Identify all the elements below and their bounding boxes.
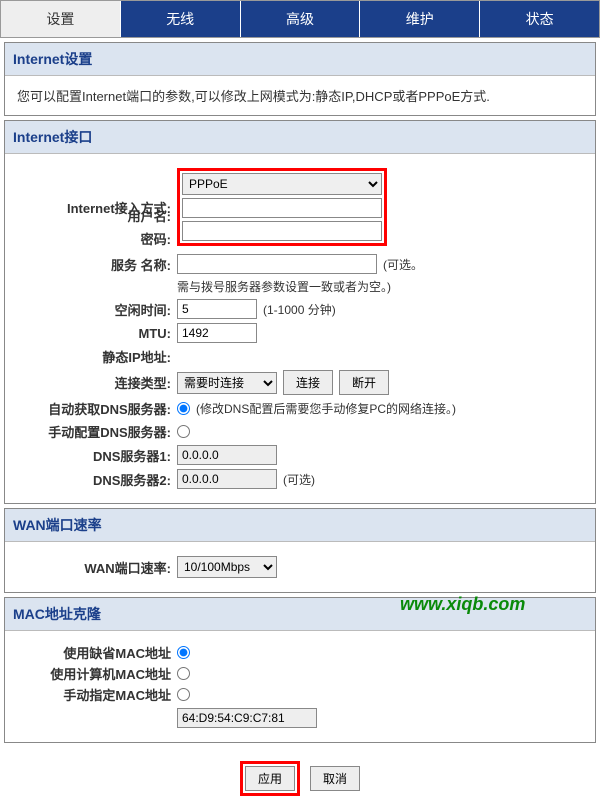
section-wan-speed: WAN端口速率 WAN端口速率: 10/100Mbps <box>4 508 596 593</box>
mac-address-input[interactable] <box>177 708 317 728</box>
label-service-name: 服务 名称: <box>17 255 177 274</box>
tab-wireless[interactable]: 无线 <box>121 1 241 37</box>
note-dns-hint: (修改DNS配置后需要您手动修复PC的网络连接。) <box>196 400 456 417</box>
section-internet-interface: Internet接口 Internet接入方式: PPPoE 用户名: 密码: … <box>4 120 596 504</box>
note-idle-hint: (1-1000 分钟) <box>263 301 336 318</box>
section-internet-settings: Internet设置 您可以配置Internet端口的参数,可以修改上网模式为:… <box>4 42 596 116</box>
auto-dns-radio[interactable] <box>177 402 190 415</box>
manual-dns-radio[interactable] <box>177 425 190 438</box>
watermark: www.xiqb.com <box>400 594 525 615</box>
conn-type-select[interactable]: 需要时连接 <box>177 372 277 394</box>
section-mac-clone: MAC地址克隆 使用缺省MAC地址 使用计算机MAC地址 手动指定MAC地址 <box>4 597 596 743</box>
mac-default-radio[interactable] <box>177 646 190 659</box>
label-dns1: DNS服务器1: <box>17 446 177 465</box>
service-name-input[interactable] <box>177 254 377 274</box>
highlight-apply: 应用 <box>240 761 300 796</box>
apply-button[interactable]: 应用 <box>245 766 295 791</box>
label-username: 用户名: <box>17 206 177 225</box>
wan-speed-select[interactable]: 10/100Mbps <box>177 556 277 578</box>
tab-settings[interactable]: 设置 <box>1 1 121 37</box>
mtu-input[interactable] <box>177 323 257 343</box>
tab-maintenance[interactable]: 维护 <box>360 1 480 37</box>
dns1-input[interactable] <box>177 445 277 465</box>
connect-button[interactable]: 连接 <box>283 370 333 395</box>
label-password: 密码: <box>17 229 177 248</box>
access-mode-select[interactable]: PPPoE <box>182 173 382 195</box>
label-auto-dns: 自动获取DNS服务器: <box>17 399 177 418</box>
highlight-credentials: PPPoE <box>177 168 387 246</box>
note-service-hint: 需与拨号服务器参数设置一致或者为空。) <box>177 278 391 295</box>
section-title: WAN端口速率 <box>5 509 595 542</box>
label-static-ip: 静态IP地址: <box>17 347 177 366</box>
password-input[interactable] <box>182 221 382 241</box>
mac-pc-radio[interactable] <box>177 667 190 680</box>
disconnect-button[interactable]: 断开 <box>339 370 389 395</box>
label-mac-default: 使用缺省MAC地址 <box>17 643 177 662</box>
note-optional: (可选。 <box>383 256 423 273</box>
action-bar: 应用 取消 <box>0 747 600 810</box>
section-title: Internet设置 <box>5 43 595 76</box>
note-dns2-opt: (可选) <box>283 471 315 488</box>
label-idle-time: 空闲时间: <box>17 300 177 319</box>
label-mac-manual: 手动指定MAC地址 <box>17 685 177 704</box>
cancel-button[interactable]: 取消 <box>310 766 360 791</box>
label-dns2: DNS服务器2: <box>17 470 177 489</box>
dns2-input[interactable] <box>177 469 277 489</box>
tab-advanced[interactable]: 高级 <box>241 1 361 37</box>
section-desc: 您可以配置Internet端口的参数,可以修改上网模式为:静态IP,DHCP或者… <box>5 76 595 115</box>
tab-status[interactable]: 状态 <box>480 1 599 37</box>
tab-bar: 设置 无线 高级 维护 状态 <box>0 0 600 38</box>
mac-manual-radio[interactable] <box>177 688 190 701</box>
idle-time-input[interactable] <box>177 299 257 319</box>
label-wan-speed: WAN端口速率: <box>17 558 177 577</box>
label-mtu: MTU: <box>17 326 177 341</box>
label-manual-dns: 手动配置DNS服务器: <box>17 422 177 441</box>
label-conn-type: 连接类型: <box>17 373 177 392</box>
label-mac-pc: 使用计算机MAC地址 <box>17 664 177 683</box>
section-title: Internet接口 <box>5 121 595 154</box>
username-input[interactable] <box>182 198 382 218</box>
